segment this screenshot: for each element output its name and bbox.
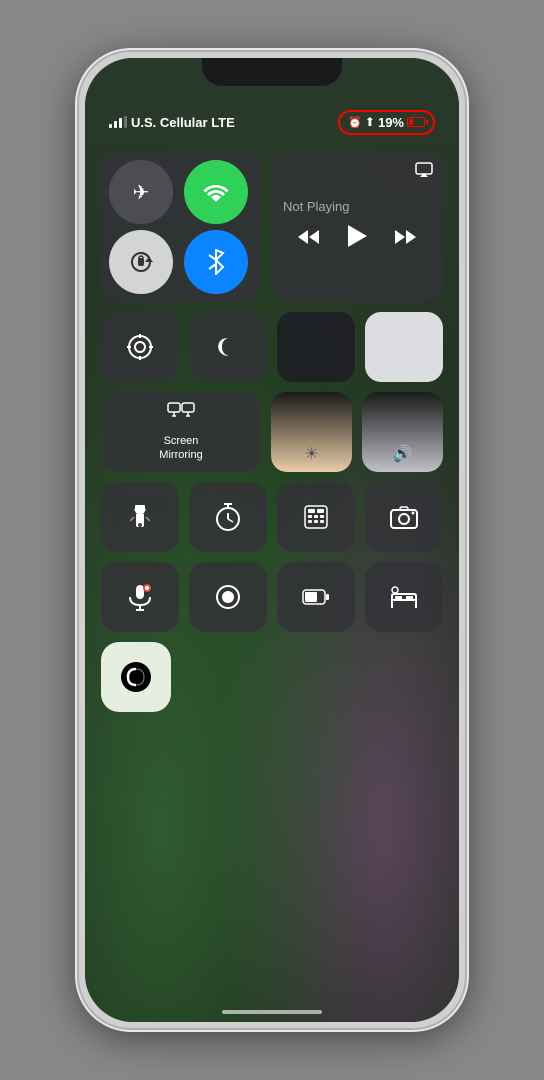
airplay-icon[interactable]	[415, 162, 433, 183]
screen-mirroring-label: ScreenMirroring	[159, 434, 202, 463]
flashlight-icon	[130, 503, 150, 531]
moon-icon	[216, 335, 240, 359]
rewind-icon	[297, 228, 319, 246]
dark-tile-1[interactable]	[277, 312, 355, 382]
alarm-icon: ⏰	[348, 116, 362, 129]
controls-grid: ✈	[101, 152, 443, 712]
now-playing-panel: Not Playing	[271, 152, 443, 302]
calculator-icon	[303, 504, 329, 530]
battery-fill	[409, 119, 413, 125]
rewind-button[interactable]	[297, 228, 319, 252]
wifi-icon	[202, 181, 230, 203]
airplay-svg	[415, 162, 433, 178]
accessibility-icon	[120, 661, 152, 693]
forward-icon	[395, 228, 417, 246]
control-center: U.S. Cellular LTE ⏰ ⬆ 19%	[85, 58, 459, 1022]
phone-frame: U.S. Cellular LTE ⏰ ⬆ 19%	[77, 50, 467, 1030]
calculator-button[interactable]	[277, 482, 355, 552]
status-left: U.S. Cellular LTE	[109, 115, 235, 130]
volume-up-button[interactable]	[77, 232, 79, 288]
location-icon: ⬆	[365, 115, 375, 129]
bed-button[interactable]	[365, 562, 443, 632]
carrier-label: U.S. Cellular LTE	[131, 115, 235, 130]
notch	[202, 58, 342, 86]
status-right: ⏰ ⬆ 19%	[338, 110, 435, 135]
bluetooth-icon	[207, 249, 225, 275]
light-tile-1[interactable]	[365, 312, 443, 382]
camera-button[interactable]	[365, 482, 443, 552]
row-accessibility	[101, 642, 443, 712]
row-apps-2	[101, 562, 443, 632]
row-utility	[101, 312, 443, 382]
focus-icon	[126, 333, 154, 361]
brightness-slider[interactable]: ☀	[271, 392, 352, 472]
screen-mirror-svg	[167, 402, 195, 424]
sliders-area: ☀ 🔊	[271, 392, 443, 472]
volume-down-button[interactable]	[77, 300, 79, 356]
signal-bar-1	[109, 124, 112, 128]
rotation-lock-button[interactable]	[109, 230, 173, 294]
media-controls	[283, 224, 431, 255]
airplane-mode-button[interactable]: ✈	[109, 160, 173, 224]
do-not-disturb-button[interactable]	[189, 312, 267, 382]
status-bar: U.S. Cellular LTE ⏰ ⬆ 19%	[101, 108, 443, 136]
timer-button[interactable]	[189, 482, 267, 552]
row-apps-1	[101, 482, 443, 552]
brightness-icon: ☀	[304, 444, 318, 464]
battery-alert: ⏰ ⬆ 19%	[338, 110, 435, 135]
camera-icon	[390, 505, 418, 529]
screen-record-icon	[215, 584, 241, 610]
volume-slider[interactable]: 🔊	[362, 392, 443, 472]
flashlight-button[interactable]	[101, 482, 179, 552]
volume-icon: 🔊	[393, 444, 413, 464]
row-mirroring-sliders: ScreenMirroring ☀ 🔊	[101, 392, 443, 472]
now-playing-label: Not Playing	[283, 199, 431, 214]
screen-record-button[interactable]	[189, 562, 267, 632]
voice-memo-icon	[127, 583, 153, 611]
screen-mirroring-icon	[167, 402, 195, 430]
battery-icon	[407, 117, 425, 127]
battery-case-icon	[302, 587, 330, 607]
bed-icon	[390, 586, 418, 608]
play-button[interactable]	[346, 224, 368, 255]
rotation-lock-icon	[128, 249, 154, 275]
signal-bar-3	[119, 118, 122, 128]
row-connectivity: ✈	[101, 152, 443, 302]
power-button[interactable]	[465, 212, 467, 272]
accessibility-button[interactable]	[101, 642, 171, 712]
forward-button[interactable]	[395, 228, 417, 252]
signal-bar-2	[114, 121, 117, 128]
bluetooth-button[interactable]	[184, 230, 248, 294]
home-indicator[interactable]	[222, 1010, 322, 1014]
screen-mirroring-button[interactable]: ScreenMirroring	[101, 392, 261, 472]
phone-screen: U.S. Cellular LTE ⏰ ⬆ 19%	[85, 58, 459, 1022]
focus-button[interactable]	[101, 312, 179, 382]
voice-memo-button[interactable]	[101, 562, 179, 632]
battery-percent: 19%	[378, 115, 404, 130]
silent-switch[interactable]	[77, 182, 79, 214]
signal-bar-4	[124, 116, 127, 128]
timer-icon	[215, 503, 241, 531]
battery-case-button[interactable]	[277, 562, 355, 632]
connectivity-panel: ✈	[101, 152, 261, 302]
play-icon	[346, 224, 368, 248]
wifi-button[interactable]	[184, 160, 248, 224]
signal-icon	[109, 116, 127, 128]
